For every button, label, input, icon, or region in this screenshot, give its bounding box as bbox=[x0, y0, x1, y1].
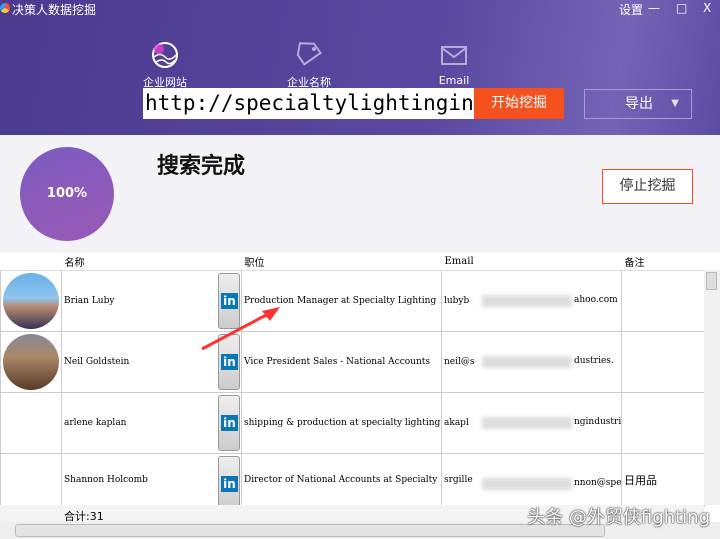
vertical-scroll-thumb[interactable] bbox=[706, 272, 717, 290]
close-button[interactable]: X bbox=[703, 1, 711, 15]
email-start: akapl bbox=[444, 417, 469, 428]
email-cell: lubyb ahoo.com bbox=[441, 270, 622, 332]
redaction bbox=[482, 477, 572, 490]
linkedin-button[interactable]: in bbox=[218, 394, 240, 451]
email-end: ngindustri bbox=[574, 416, 622, 427]
tab-company-name[interactable]: 企业名称 bbox=[269, 40, 349, 90]
redaction bbox=[482, 355, 572, 368]
tab-label: Email bbox=[438, 74, 470, 87]
settings-button[interactable]: 设置 bbox=[619, 1, 643, 18]
table-row[interactable]: Shannon Holcomb in Director of National A… bbox=[0, 453, 705, 507]
title-cell: shipping & production at specialty light… bbox=[241, 392, 442, 454]
email-cell: neil@s dustries. bbox=[441, 331, 622, 393]
globe-icon bbox=[152, 42, 178, 68]
table-row[interactable]: Brian Luby in Production Manager at Speci… bbox=[0, 270, 705, 332]
table-row[interactable]: Neil Goldstein in Vice President Sales - … bbox=[0, 331, 705, 393]
name-cell: Shannon Holcomb in bbox=[61, 453, 242, 507]
linkedin-button[interactable]: in bbox=[218, 455, 240, 505]
progress-circle: 100% bbox=[20, 147, 114, 241]
email-cell: akapl ngindustri bbox=[441, 392, 622, 454]
url-input[interactable]: http://specialtylightingindustries.com bbox=[143, 88, 474, 119]
stop-mining-button[interactable]: 停止挖掘 bbox=[602, 169, 693, 204]
status-message: 搜索完成 bbox=[157, 154, 246, 179]
email-start: srgille bbox=[444, 474, 473, 485]
email-cell: srgille nnon@spe bbox=[441, 453, 622, 507]
redaction bbox=[482, 294, 572, 307]
redaction bbox=[482, 416, 572, 429]
note-cell bbox=[621, 270, 705, 332]
avatar bbox=[3, 272, 59, 329]
header-note: 备注 bbox=[621, 253, 705, 271]
linkedin-icon: in bbox=[221, 475, 238, 492]
avatar-cell bbox=[0, 392, 62, 454]
start-mining-button[interactable]: 开始挖掘 bbox=[474, 88, 564, 119]
email-end: nnon@spe bbox=[574, 477, 622, 488]
table-row[interactable]: arlene kaplan in shipping & production at… bbox=[0, 392, 705, 454]
contact-name: Neil Goldstein bbox=[64, 356, 130, 367]
note-cell bbox=[621, 392, 705, 454]
maximize-button[interactable]: □ bbox=[676, 1, 687, 15]
contact-name: Brian Luby bbox=[64, 295, 115, 306]
horizontal-scroll-thumb[interactable] bbox=[15, 524, 605, 537]
watermark: 头条 @外贸侠fighting bbox=[527, 507, 710, 528]
header-name: 名称 bbox=[61, 253, 242, 271]
contact-name: arlene kaplan bbox=[64, 417, 127, 428]
email-end: ahoo.com bbox=[574, 294, 618, 305]
mail-icon bbox=[441, 46, 467, 65]
minimize-button[interactable]: — bbox=[648, 1, 660, 15]
tag-icon bbox=[296, 42, 322, 66]
avatar-cell bbox=[0, 453, 62, 507]
email-start: neil@s bbox=[444, 356, 475, 367]
tab-email[interactable]: Email bbox=[414, 40, 494, 87]
linkedin-icon: in bbox=[221, 414, 238, 431]
name-cell: arlene kaplan in bbox=[61, 392, 242, 454]
linkedin-icon: in bbox=[221, 353, 238, 370]
table-header: 名称 职位 Email 备注 bbox=[0, 253, 705, 271]
title-cell: Director of National Accounts at Special… bbox=[241, 453, 442, 507]
contact-name: Shannon Holcomb bbox=[64, 474, 148, 485]
note-cell: 日用品 bbox=[621, 453, 705, 507]
avatar-cell bbox=[0, 270, 62, 332]
avatar bbox=[3, 333, 59, 390]
email-end: dustries. bbox=[574, 355, 614, 366]
avatar-cell bbox=[0, 331, 62, 393]
vertical-scrollbar[interactable] bbox=[704, 270, 720, 505]
email-start: lubyb bbox=[444, 295, 470, 306]
results-table: 名称 职位 Email 备注 Brian Luby in Production M… bbox=[0, 253, 705, 507]
export-label: 导出 bbox=[625, 96, 653, 112]
chevron-down-icon: ▼ bbox=[671, 98, 679, 109]
header-email: Email bbox=[441, 253, 622, 271]
tab-website[interactable]: 企业网站 bbox=[125, 40, 205, 90]
export-button[interactable]: 导出 ▼ bbox=[584, 89, 692, 119]
annotation-arrow-icon bbox=[201, 307, 280, 351]
header-title: 职位 bbox=[241, 253, 442, 271]
app-title: 决策人数据挖掘 bbox=[12, 3, 97, 17]
app-logo-icon bbox=[0, 3, 10, 13]
note-cell bbox=[621, 331, 705, 393]
